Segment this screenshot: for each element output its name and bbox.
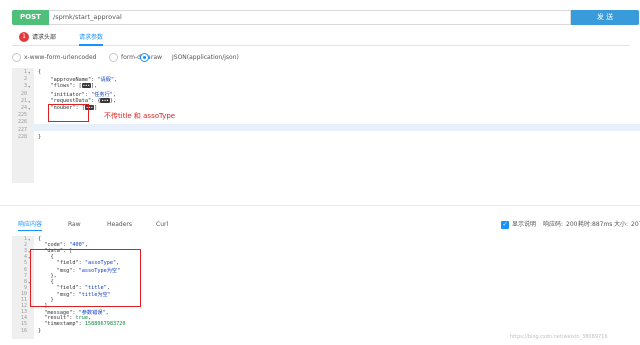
response-line-number: 2 [23, 242, 27, 249]
show-description-checkbox[interactable]: ✓ [501, 221, 509, 229]
radio-raw[interactable] [140, 53, 149, 62]
response-code-line: } [38, 327, 42, 334]
request-line-number: 2 [23, 76, 27, 83]
request-url-bar: POST /spmk/start_approval 发 送 [12, 10, 639, 25]
status-code-value: 200 [566, 221, 578, 228]
request-line-number: 228 [17, 133, 27, 140]
request-tabs: 1 请求头部 请求参数 [12, 30, 630, 46]
request-line-number: 225 [17, 112, 27, 119]
request-code-line: "initiator": "任务行", [38, 91, 117, 98]
request-line-number: 3 [23, 83, 27, 90]
response-line-number: 7 [23, 272, 27, 279]
tab-request-params[interactable]: 请求参数 [79, 32, 104, 46]
response-line-number: 3 [23, 248, 27, 255]
request-code-line: "approveName": "请假", [38, 77, 118, 84]
validation-errors-highlight-box [30, 249, 141, 307]
radio-urlencoded-label: x-www-form-urlencoded [24, 54, 97, 61]
response-line-number: 14 [20, 315, 27, 322]
active-line-highlight [34, 124, 640, 131]
elapsed-time-label: 耗时: [578, 221, 593, 228]
content-type-select[interactable]: JSON(application/json) [172, 52, 239, 63]
response-line-number: 4 [23, 254, 27, 261]
request-code-line: } [38, 133, 42, 140]
response-line-number: 5 [23, 260, 27, 267]
request-body-editor[interactable]: 1 ▾{2 "approveName": "请假", 3 ▾ "flows": [••… [12, 68, 640, 183]
response-line-number: 1 [23, 236, 27, 242]
response-line-number: 13 [20, 309, 27, 316]
response-tabs: 响应内容 Raw Headers Curl ✓ 显示说明 响应码: 200 耗时… [12, 220, 640, 232]
missing-fields-annotation: 不传title 和 assoType [104, 112, 176, 120]
body-type-selector: x-www-form-urlencoded form-data raw JSON… [12, 52, 630, 64]
response-size-value: 207 [631, 221, 640, 228]
response-line-number: 12 [20, 303, 27, 310]
response-line-number: 8 [23, 278, 27, 285]
missing-fields-highlight-box [48, 104, 89, 122]
radio-urlencoded[interactable] [12, 53, 21, 62]
tab-response-curl[interactable]: Curl [156, 220, 168, 230]
show-description-label: 显示说明 [512, 221, 537, 228]
url-input[interactable]: /spmk/start_approval [49, 10, 571, 25]
fold-toggle-icon[interactable]: ▾ [28, 84, 30, 89]
watermark: https://blog.csdn.net/weixin_38089716 [510, 334, 608, 340]
response-size-label: 大小: [614, 221, 629, 228]
request-line-number: 21 [20, 97, 27, 104]
response-code-line: { [38, 236, 42, 242]
response-line-number: 9 [23, 284, 27, 291]
request-code-line: "flows": [•••], [38, 83, 98, 90]
request-code-line: { [38, 69, 42, 75]
tab-response-body[interactable]: 响应内容 [18, 220, 43, 231]
request-line-number: 227 [17, 126, 27, 133]
request-line-number: 20 [20, 90, 27, 97]
section-divider [0, 205, 640, 206]
response-line-number: 6 [23, 266, 27, 273]
request-line-number: 1 [23, 69, 27, 75]
tab-response-raw[interactable]: Raw [68, 220, 81, 230]
tab-request-headers[interactable]: 请求头部 [32, 32, 56, 46]
response-line-number: 10 [20, 290, 27, 297]
response-code-line: "result": true, [38, 315, 92, 322]
response-code-line: "code": "400", [38, 242, 88, 249]
elapsed-time-value: 887ms [592, 221, 613, 228]
request-line-number: 24 [20, 105, 27, 111]
fold-toggle-icon[interactable]: ▾ [28, 237, 30, 242]
status-code-label: 响应码: [543, 221, 564, 228]
radio-formdata[interactable] [109, 53, 118, 62]
radio-raw-label: raw [151, 54, 163, 61]
fold-toggle-icon[interactable]: ▾ [28, 99, 30, 104]
send-button[interactable]: 发 送 [571, 10, 639, 25]
headers-count-badge: 1 [19, 32, 29, 42]
request-line-number: 226 [17, 119, 27, 126]
fold-toggle-icon[interactable]: ▾ [28, 70, 30, 75]
response-line-number: 11 [20, 297, 27, 303]
request-code-line: "requestData": {•••}, [38, 97, 116, 104]
response-code-line: "timestamp": 1588067983720 [38, 321, 126, 328]
response-line-number: 15 [20, 321, 27, 328]
fold-toggle-icon[interactable]: ▾ [28, 106, 30, 111]
response-line-number: 16 [20, 327, 27, 334]
tab-response-headers[interactable]: Headers [107, 220, 132, 230]
http-method-select[interactable]: POST [12, 10, 49, 25]
